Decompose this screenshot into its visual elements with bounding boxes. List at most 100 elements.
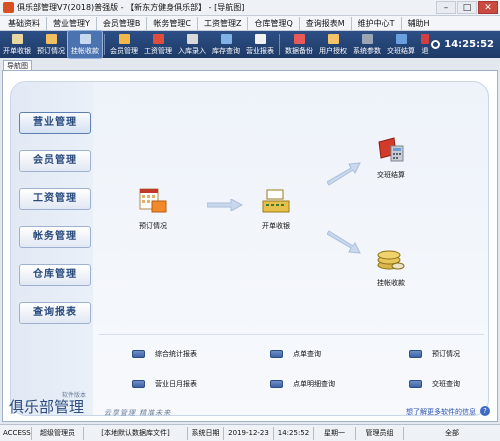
toolbar-label: 挂帐收款: [71, 46, 99, 55]
toolbar-credit-collection-button[interactable]: 挂帐收款: [67, 30, 103, 59]
toolbar-booking-button[interactable]: 预订情况: [34, 31, 68, 58]
inventory-query-icon: [220, 33, 232, 44]
toolbar-label: 预订情况: [37, 46, 65, 55]
report-icon: [270, 350, 283, 358]
menu-salary[interactable]: 工资管理Z: [196, 16, 247, 30]
toolbar-inventory-button[interactable]: 库存查询: [209, 31, 243, 58]
clock-time: 14:25:52: [444, 39, 494, 50]
status-time: 14:25:52: [274, 426, 314, 440]
close-button[interactable]: ✕: [478, 1, 498, 14]
toolbar-user-auth-button[interactable]: 用户授权: [316, 31, 350, 58]
status-weekday: 星期一: [314, 426, 356, 440]
toolbar-checkout-button[interactable]: 开单收银: [0, 31, 34, 58]
more-info-link[interactable]: 想了解更多软件的信息: [406, 407, 476, 417]
status-bar: ACCESS 超级管理员 [本地默认数据库文件] 系统日期 2019-12-23…: [0, 424, 500, 441]
toolbar-separator: [279, 34, 280, 55]
status-role: 管理员组: [356, 426, 404, 440]
toolbar-stock-in-button[interactable]: 入库录入: [175, 31, 209, 58]
report-icon: [132, 350, 145, 358]
report-link-label: 综合统计报表: [155, 350, 197, 358]
window-title: 俱乐部管理V7(2018)普强版 - 【新东方健身俱乐部】 - [导航图]: [17, 3, 245, 12]
sidebar-item-warehouse[interactable]: 仓库管理: [19, 264, 91, 286]
report-icon: [132, 380, 145, 388]
clock-icon: [431, 40, 441, 49]
menu-business[interactable]: 营业管理Y: [46, 16, 96, 30]
flow-shift-settle[interactable]: 交班结算: [376, 136, 406, 180]
toolbar: 开单收银 预订情况 挂帐收款 会员管理 工资管理 入库录入 库存查询 营业报表 …: [0, 30, 500, 59]
toolbar-label: 营业报表: [246, 46, 274, 55]
report-link-summary-stats[interactable]: 综合统计报表: [132, 349, 197, 359]
booking-icon: [45, 33, 57, 44]
toolbar-member-button[interactable]: 会员管理: [107, 31, 141, 58]
brand-logo-text: 俱乐部管理: [9, 398, 85, 416]
status-mode: ACCESS: [0, 426, 32, 440]
report-link-order-detail-query[interactable]: 点单明细查询: [270, 379, 335, 389]
toolbar-report-button[interactable]: 营业报表: [243, 31, 277, 58]
toolbar-settings-button[interactable]: 系统参数: [350, 31, 384, 58]
report-link-shift-query[interactable]: 交班查询: [409, 379, 460, 389]
menu-warehouse[interactable]: 仓库管理Q: [247, 16, 298, 30]
flow-booking[interactable]: 预订情况: [138, 187, 168, 231]
report-link-label: 点单明细查询: [293, 380, 335, 388]
sidebar-item-business[interactable]: 营业管理: [19, 112, 91, 134]
flow-credit-collect[interactable]: 挂帐收款: [376, 244, 406, 288]
menu-member[interactable]: 会员管理B: [95, 16, 147, 30]
status-date: 2019-12-23: [224, 426, 274, 440]
flow-checkout[interactable]: 开单收银: [261, 187, 291, 231]
sidebar-item-accounts[interactable]: 帐务管理: [19, 226, 91, 248]
report-link-daily-monthly[interactable]: 营业日月报表: [132, 379, 197, 389]
minimize-button[interactable]: –: [436, 1, 456, 14]
menu-accounts[interactable]: 帐务管理C: [146, 16, 197, 30]
arrow-down-right-icon: [327, 230, 361, 254]
menu-help[interactable]: 辅助H: [400, 16, 436, 30]
report-icon: [409, 350, 422, 358]
shift-settle-icon: [395, 33, 407, 44]
main-area: 营业管理 会员管理 工资管理 帐务管理 仓库管理 查询报表 预订情况 开单收银: [2, 70, 498, 422]
coins-icon: [376, 244, 406, 272]
maximize-button[interactable]: □: [457, 1, 477, 14]
toolbar-shift-settle-button[interactable]: 交班结算: [384, 31, 418, 58]
navigation-panel: 营业管理 会员管理 工资管理 帐务管理 仓库管理 查询报表 预订情况 开单收银: [10, 81, 489, 416]
sidebar: 营业管理 会员管理 工资管理 帐务管理 仓库管理 查询报表: [11, 82, 93, 415]
title-bar: 俱乐部管理V7(2018)普强版 - 【新东方健身俱乐部】 - [导航图] – …: [0, 0, 500, 16]
flow-shift-settle-label: 交班结算: [377, 171, 405, 179]
sidebar-item-member[interactable]: 会员管理: [19, 150, 91, 172]
toolbar-label: 会员管理: [110, 46, 138, 55]
flow-booking-label: 预订情况: [139, 222, 167, 230]
toolbar-backup-button[interactable]: 数据备份: [282, 31, 316, 58]
app-icon: [3, 2, 14, 13]
sidebar-item-query-reports[interactable]: 查询报表: [19, 302, 91, 324]
report-icon: [409, 380, 422, 388]
report-link-label: 点单查询: [293, 350, 321, 358]
status-user: 超级管理员: [32, 426, 84, 440]
backup-icon: [293, 33, 305, 44]
status-scope: 全部: [445, 428, 459, 437]
toolbar-label: 交班结算: [387, 46, 415, 55]
toolbar-label: 用户授权: [319, 46, 347, 55]
toolbar-salary-button[interactable]: 工资管理: [141, 31, 175, 58]
menu-maintenance[interactable]: 维护中心T: [350, 16, 401, 30]
toolbar-label: 入库录入: [178, 46, 206, 55]
toolbar-label: 系统参数: [353, 46, 381, 55]
menu-basic-data[interactable]: 基础资料: [2, 17, 46, 30]
calendar-icon: [138, 187, 168, 215]
toolbar-label: 数据备份: [285, 46, 313, 55]
business-flow: 预订情况 开单收银 交班结算 挂帐收款: [93, 82, 488, 332]
report-link-booking-status[interactable]: 预订情况: [409, 349, 460, 359]
report-link-label: 预订情况: [432, 350, 460, 358]
tagline: 云享管理 精准未来: [104, 409, 172, 417]
report-link-order-query[interactable]: 点单查询: [270, 349, 321, 359]
menu-bar: 基础资料 营业管理Y 会员管理B 帐务管理C 工资管理Z 仓库管理Q 查询报表M…: [0, 16, 500, 31]
help-icon[interactable]: ?: [480, 406, 490, 416]
clock: 14:25:52: [431, 31, 494, 58]
sidebar-item-salary[interactable]: 工资管理: [19, 188, 91, 210]
credit-collection-icon: [79, 33, 91, 44]
cash-register-icon: [261, 187, 291, 215]
cash-register-icon: [11, 33, 23, 44]
stock-in-icon: [186, 33, 198, 44]
user-auth-icon: [327, 33, 339, 44]
salary-icon: [152, 33, 164, 44]
status-date-label: 系统日期: [188, 426, 224, 440]
menu-reports[interactable]: 查询报表M: [298, 16, 351, 30]
toolbar-exit-button[interactable]: 退: [418, 31, 432, 58]
